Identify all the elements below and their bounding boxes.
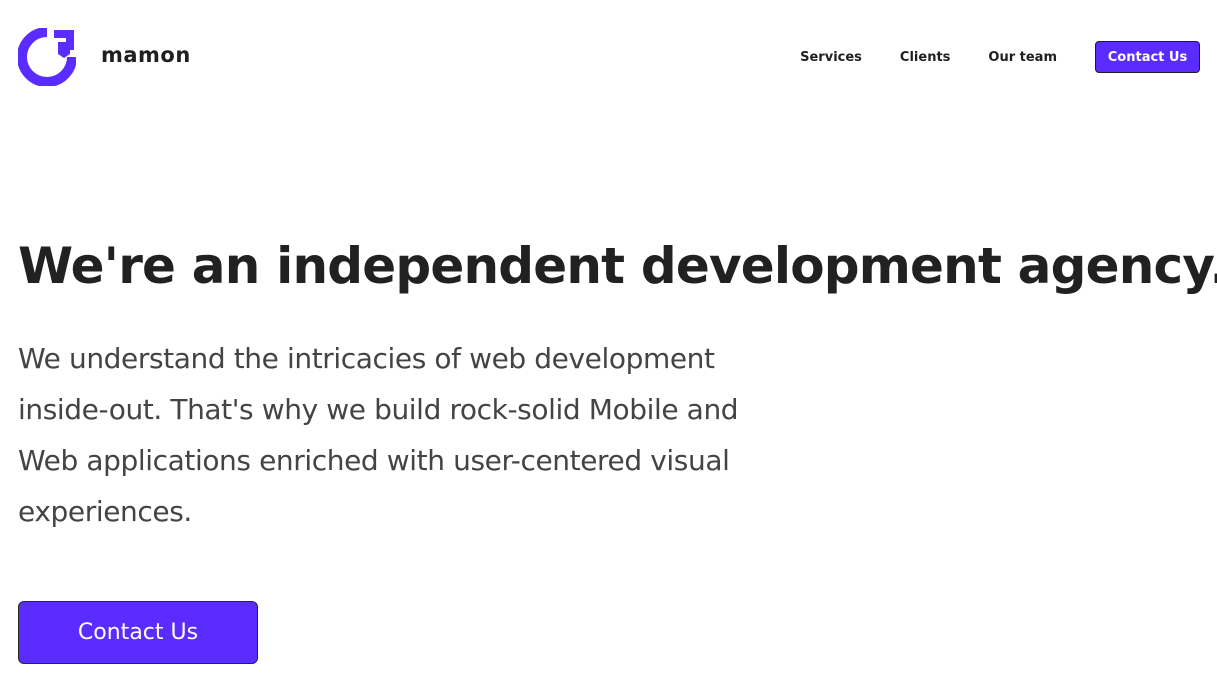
nav-link-clients[interactable]: Clients [900,50,950,65]
header-contact-button[interactable]: Contact Us [1095,41,1200,73]
site-header: mamon Services Clients Our team Contact … [0,0,1217,114]
hero-description: We understand the intricacies of web dev… [18,342,739,528]
brand-logo-icon[interactable] [17,27,77,87]
hero-title: We're an independent development agency. [18,237,1217,295]
brand-name[interactable]: mamon [101,43,191,67]
nav-link-services[interactable]: Services [800,50,862,65]
hero-contact-button[interactable]: Contact Us [18,601,258,664]
main-nav: Services Clients Our team Contact Us [800,41,1200,73]
nav-link-our-team[interactable]: Our team [988,50,1057,65]
